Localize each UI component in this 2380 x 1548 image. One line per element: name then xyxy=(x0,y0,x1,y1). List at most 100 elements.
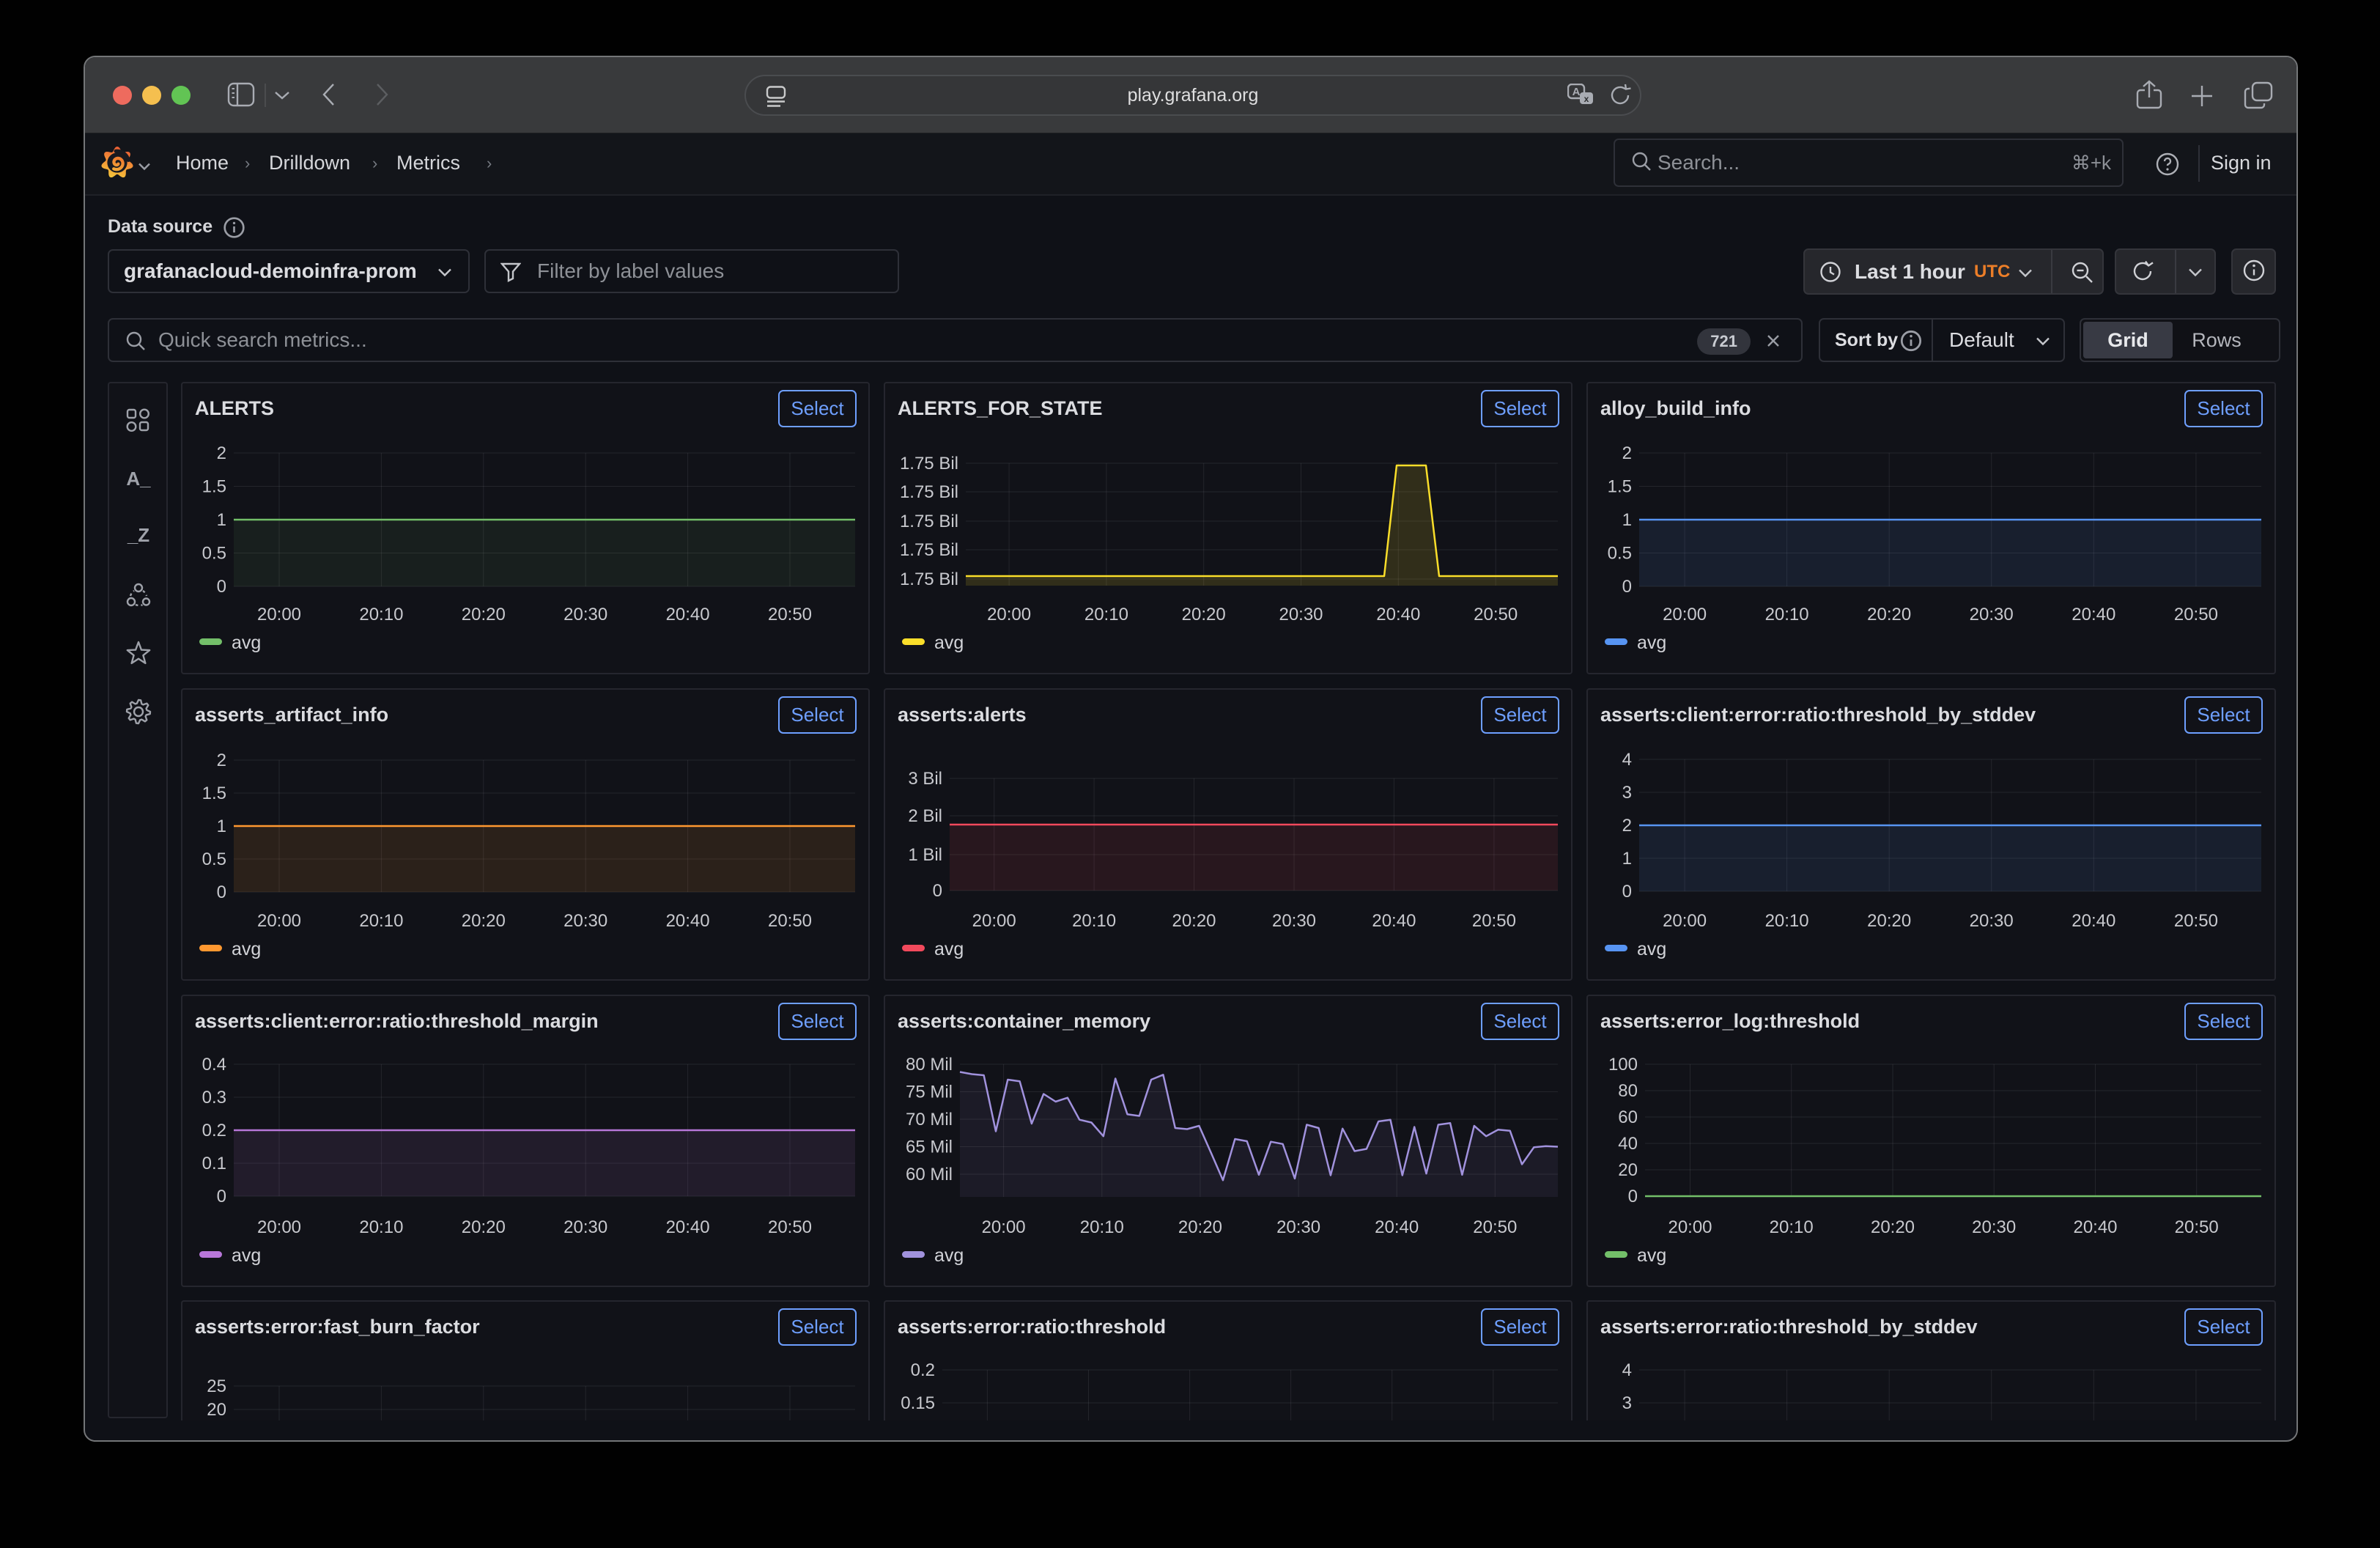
svg-text:20:50: 20:50 xyxy=(2175,1217,2219,1237)
svg-text:avg: avg xyxy=(1637,633,1666,653)
svg-text:2: 2 xyxy=(217,443,226,463)
svg-text:avg: avg xyxy=(934,1245,964,1266)
svg-text:100: 100 xyxy=(1608,1055,1638,1075)
svg-text:Select: Select xyxy=(791,397,844,419)
svg-text:asserts:alerts: asserts:alerts xyxy=(898,704,1027,726)
svg-text:20:30: 20:30 xyxy=(563,911,607,931)
svg-text:20:50: 20:50 xyxy=(2174,911,2218,931)
svg-text:Select: Select xyxy=(2197,1010,2250,1032)
svg-text:20:10: 20:10 xyxy=(1084,605,1128,624)
svg-text:20:00: 20:00 xyxy=(1668,1217,1712,1237)
svg-text:20:40: 20:40 xyxy=(666,911,710,931)
svg-text:20:40: 20:40 xyxy=(666,605,710,624)
svg-text:70 Mil: 70 Mil xyxy=(906,1110,953,1129)
svg-text:Select: Select xyxy=(1493,1010,1547,1032)
svg-text:0.2: 0.2 xyxy=(911,1360,935,1380)
svg-text:ALERTS: ALERTS xyxy=(195,397,274,419)
svg-text:1: 1 xyxy=(217,510,226,530)
svg-text:20:40: 20:40 xyxy=(1376,605,1420,624)
svg-text:20:40: 20:40 xyxy=(2072,911,2115,931)
svg-text:20:50: 20:50 xyxy=(1474,605,1518,624)
svg-text:20:10: 20:10 xyxy=(1765,605,1809,624)
svg-text:1.75 Bil: 1.75 Bil xyxy=(900,454,958,473)
svg-text:asserts:error:ratio:threshold: asserts:error:ratio:threshold xyxy=(898,1316,1166,1338)
svg-text:1.75 Bil: 1.75 Bil xyxy=(900,512,958,531)
svg-text:Select: Select xyxy=(2197,1316,2250,1338)
svg-text:20:40: 20:40 xyxy=(1375,1217,1419,1237)
svg-text:0.5: 0.5 xyxy=(1608,544,1632,564)
svg-text:20:30: 20:30 xyxy=(563,1217,607,1237)
svg-text:20:40: 20:40 xyxy=(2073,1217,2117,1237)
svg-text:avg: avg xyxy=(1637,939,1666,959)
svg-text:20:00: 20:00 xyxy=(987,605,1031,624)
svg-text:Select: Select xyxy=(2197,704,2250,726)
svg-text:20:00: 20:00 xyxy=(257,1217,301,1237)
svg-text:Select: Select xyxy=(2197,397,2250,419)
svg-text:avg: avg xyxy=(232,1245,261,1266)
svg-text:Select: Select xyxy=(791,1010,844,1032)
svg-text:1: 1 xyxy=(217,817,226,836)
svg-text:0: 0 xyxy=(217,1187,226,1206)
svg-text:0: 0 xyxy=(217,577,226,597)
svg-text:20:20: 20:20 xyxy=(1182,605,1226,624)
svg-text:80 Mil: 80 Mil xyxy=(906,1055,953,1075)
svg-text:20:50: 20:50 xyxy=(1473,1217,1517,1237)
svg-text:20:00: 20:00 xyxy=(257,605,301,624)
svg-text:20:20: 20:20 xyxy=(462,1217,506,1237)
svg-text:1.5: 1.5 xyxy=(202,477,226,497)
svg-text:avg: avg xyxy=(232,939,261,959)
svg-text:75 Mil: 75 Mil xyxy=(906,1083,953,1102)
svg-text:20:50: 20:50 xyxy=(1472,911,1516,931)
svg-text:20:10: 20:10 xyxy=(359,911,403,931)
svg-text:Select: Select xyxy=(1493,397,1547,419)
svg-text:3: 3 xyxy=(1622,1393,1632,1413)
svg-text:60 Mil: 60 Mil xyxy=(906,1165,953,1184)
svg-text:Select: Select xyxy=(791,704,844,726)
svg-text:20:20: 20:20 xyxy=(1871,1217,1915,1237)
svg-text:0: 0 xyxy=(1622,577,1632,597)
svg-text:20:40: 20:40 xyxy=(2072,605,2115,624)
svg-text:20:40: 20:40 xyxy=(666,1217,710,1237)
svg-text:Select: Select xyxy=(791,1316,844,1338)
svg-text:20: 20 xyxy=(207,1400,226,1420)
svg-text:20:20: 20:20 xyxy=(1178,1217,1222,1237)
svg-text:alloy_build_info: alloy_build_info xyxy=(1600,397,1751,419)
svg-text:1.5: 1.5 xyxy=(1608,477,1632,497)
svg-text:1.75 Bil: 1.75 Bil xyxy=(900,482,958,502)
svg-text:Select: Select xyxy=(1493,704,1547,726)
svg-text:20:00: 20:00 xyxy=(1663,605,1707,624)
svg-text:asserts:client:error:ratio:thr: asserts:client:error:ratio:threshold_mar… xyxy=(195,1010,599,1032)
svg-text:20: 20 xyxy=(1618,1160,1638,1180)
svg-text:20:00: 20:00 xyxy=(257,911,301,931)
svg-text:ALERTS_FOR_STATE: ALERTS_FOR_STATE xyxy=(898,397,1103,419)
svg-text:20:30: 20:30 xyxy=(1279,605,1323,624)
svg-text:20:20: 20:20 xyxy=(462,911,506,931)
svg-text:0: 0 xyxy=(1628,1187,1638,1206)
svg-text:0: 0 xyxy=(1622,882,1632,902)
svg-text:asserts_artifact_info: asserts_artifact_info xyxy=(195,704,388,726)
svg-text:1.75 Bil: 1.75 Bil xyxy=(900,570,958,589)
svg-text:0.2: 0.2 xyxy=(202,1121,226,1140)
svg-text:2: 2 xyxy=(1622,443,1632,463)
svg-text:2 Bil: 2 Bil xyxy=(908,806,942,826)
svg-text:2: 2 xyxy=(1622,816,1632,836)
svg-text:20:30: 20:30 xyxy=(563,605,607,624)
svg-text:0.3: 0.3 xyxy=(202,1088,226,1107)
svg-text:20:20: 20:20 xyxy=(462,605,506,624)
svg-text:asserts:error_log:threshold: asserts:error_log:threshold xyxy=(1600,1010,1860,1032)
svg-text:20:50: 20:50 xyxy=(768,605,812,624)
svg-text:20:20: 20:20 xyxy=(1172,911,1216,931)
svg-text:1.5: 1.5 xyxy=(202,784,226,803)
svg-text:20:10: 20:10 xyxy=(1080,1217,1124,1237)
svg-text:0: 0 xyxy=(217,882,226,902)
svg-text:1: 1 xyxy=(1622,849,1632,869)
svg-text:65 Mil: 65 Mil xyxy=(906,1138,953,1157)
svg-text:3 Bil: 3 Bil xyxy=(908,769,942,789)
svg-text:20:00: 20:00 xyxy=(972,911,1016,931)
svg-text:20:20: 20:20 xyxy=(1867,911,1911,931)
svg-text:avg: avg xyxy=(232,633,261,653)
svg-text:20:30: 20:30 xyxy=(1972,1217,2016,1237)
svg-text:0.4: 0.4 xyxy=(202,1055,226,1075)
svg-text:20:40: 20:40 xyxy=(1372,911,1416,931)
svg-text:25: 25 xyxy=(207,1376,226,1396)
